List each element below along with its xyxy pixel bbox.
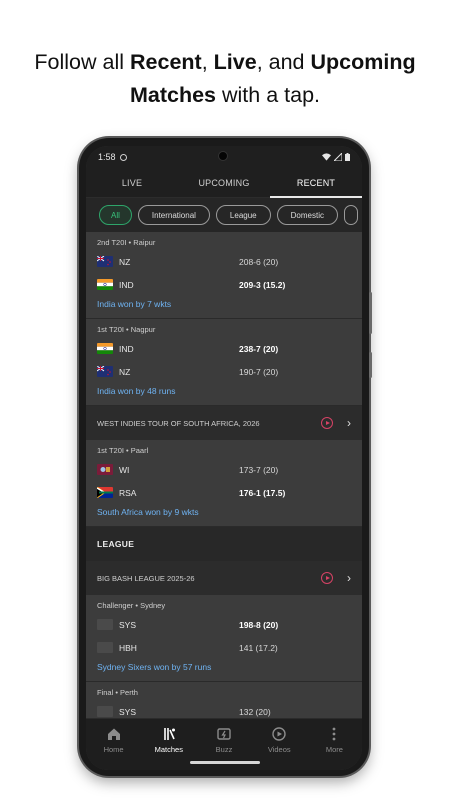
team-name: HBH: [119, 642, 137, 653]
gesture-bar: [190, 761, 260, 764]
chevron-right-icon[interactable]: ›: [347, 416, 351, 430]
bottom-nav: Home Matches Buzz Videos More: [86, 718, 362, 770]
front-camera: [218, 151, 228, 161]
team-name: NZ: [119, 256, 131, 267]
team-score: 198-8 (20): [239, 619, 279, 630]
india-flag-icon: [97, 279, 113, 290]
team-score: 132 (20): [239, 706, 271, 717]
wi-flag-icon: [97, 464, 113, 475]
notification-icon: [119, 153, 127, 161]
team-row: SYS 198-8 (20): [97, 613, 351, 636]
team-name: WI: [119, 464, 130, 475]
volume-button: [369, 292, 372, 334]
team-logo-placeholder: [97, 619, 113, 630]
filter-chip-all[interactable]: All: [99, 205, 132, 225]
play-icon[interactable]: [321, 417, 333, 429]
section-label-league: LEAGUE: [86, 527, 362, 561]
team-logo-placeholder: [97, 706, 113, 717]
team-name: SYS: [119, 706, 137, 717]
match-meta: Final • Perth: [97, 688, 138, 697]
match-result: India won by 48 runs: [97, 386, 176, 396]
match-meta: 1st T20I • Nagpur: [97, 325, 156, 334]
buzz-icon: [217, 728, 231, 740]
play-icon[interactable]: [321, 572, 333, 584]
status-time: 1:58: [98, 152, 116, 162]
team-score: 209-3 (15.2): [239, 279, 286, 290]
team-row: HBH 141 (17.2): [97, 636, 351, 659]
nav-home[interactable]: Home: [86, 719, 141, 770]
team-row: IND 238-7 (20): [97, 337, 351, 360]
status-bar: 1:58: [86, 146, 362, 168]
nz-flag-icon: [97, 366, 113, 377]
team-name: IND: [119, 343, 134, 354]
promo-caption: Follow all Recent, Live, and Upcoming Ma…: [0, 46, 450, 112]
team-score: 238-7 (20): [239, 343, 279, 354]
caption-line-1: Follow all Recent, Live, and Upcoming: [34, 50, 416, 74]
series-header[interactable]: BIG BASH LEAGUE 2025-26 ›: [86, 561, 362, 595]
team-score: 141 (17.2): [239, 642, 278, 653]
series-header[interactable]: WEST INDIES TOUR OF SOUTH AFRICA, 2026 ›: [86, 406, 362, 440]
team-logo-placeholder: [97, 642, 113, 653]
team-row: NZ 190-7 (20): [97, 360, 351, 383]
signal-icon: [334, 153, 342, 161]
team-name: NZ: [119, 366, 131, 377]
videos-icon: [272, 727, 286, 741]
team-score: 173-7 (20): [239, 464, 279, 475]
tab-live[interactable]: LIVE: [86, 168, 178, 197]
match-result: India won by 7 wkts: [97, 299, 172, 309]
team-row: NZ 208-6 (20): [97, 250, 351, 273]
matches-icon: [163, 728, 175, 740]
team-row: RSA 176-1 (17.5): [97, 481, 351, 504]
nav-more[interactable]: More: [307, 719, 362, 770]
tab-upcoming[interactable]: UPCOMING: [178, 168, 270, 197]
team-name: RSA: [119, 487, 137, 498]
nav-matches[interactable]: Matches: [141, 719, 196, 770]
filter-chip-domestic[interactable]: Domestic: [276, 205, 338, 225]
team-score: 190-7 (20): [239, 366, 279, 377]
power-button: [369, 352, 372, 378]
filter-chip-international[interactable]: International: [137, 205, 210, 225]
team-name: SYS: [119, 619, 137, 630]
team-row: IND 209-3 (15.2): [97, 273, 351, 296]
team-score: 208-6 (20): [239, 256, 279, 267]
phone-screen: 1:58 LIVE UPCOMING RECENT All Internatio…: [86, 146, 362, 770]
series-title: BIG BASH LEAGUE 2025-26: [97, 573, 195, 583]
match-card[interactable]: Challenger • Sydney SYS 198-8 (20) HBH 1…: [86, 595, 362, 682]
india-flag-icon: [97, 343, 113, 354]
home-icon: [107, 728, 120, 740]
chevron-right-icon[interactable]: ›: [347, 571, 351, 585]
battery-icon: [345, 153, 350, 161]
match-meta: Challenger • Sydney: [97, 601, 166, 610]
match-result: Sydney Sixers won by 57 runs: [97, 662, 212, 672]
series-title: WEST INDIES TOUR OF SOUTH AFRICA, 2026: [97, 418, 260, 428]
team-score: 176-1 (17.5): [239, 487, 286, 498]
tab-recent[interactable]: RECENT: [270, 168, 362, 198]
caption-line-2: Matches with a tap.: [129, 83, 321, 107]
match-card[interactable]: 1st T20I • Paarl WI 173-7 (20) RSA 176-1…: [86, 440, 362, 527]
match-result: South Africa won by 9 wkts: [97, 507, 199, 517]
filter-chip-more[interactable]: [343, 205, 358, 225]
wifi-icon: [322, 153, 331, 161]
rsa-flag-icon: [97, 487, 113, 498]
match-tabs: LIVE UPCOMING RECENT: [86, 168, 362, 198]
match-card[interactable]: 1st T20I • Nagpur IND 238-7 (20) NZ 190-…: [86, 319, 362, 406]
match-card[interactable]: 2nd T20I • Raipur NZ 208-6 (20) IND 209-…: [86, 232, 362, 319]
nz-flag-icon: [97, 256, 113, 267]
filter-chip-league[interactable]: League: [215, 205, 271, 225]
filter-chips: All International League Domestic: [86, 198, 362, 232]
match-meta: 1st T20I • Paarl: [97, 446, 149, 455]
team-row: WI 173-7 (20): [97, 458, 351, 481]
match-meta: 2nd T20I • Raipur: [97, 238, 156, 247]
team-name: IND: [119, 279, 134, 290]
more-icon: [333, 727, 336, 741]
